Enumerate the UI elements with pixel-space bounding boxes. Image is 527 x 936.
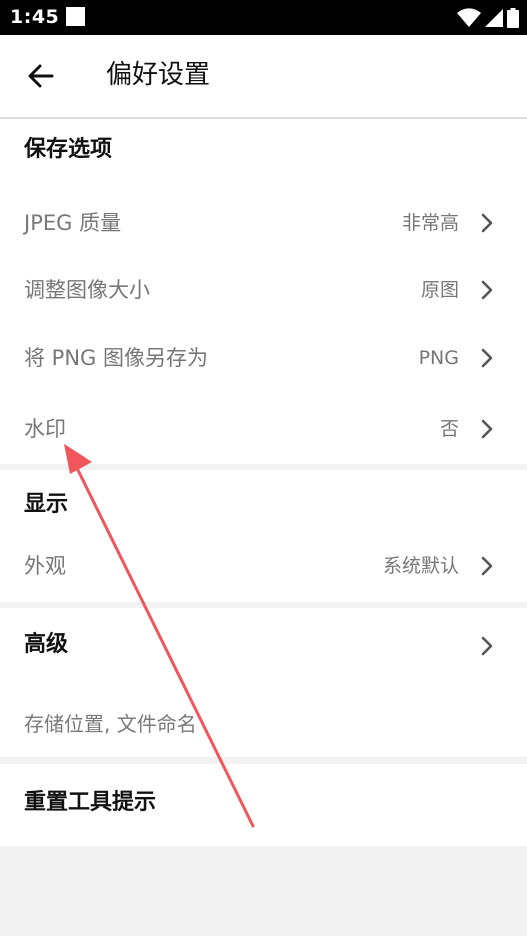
resize-image-row[interactable]: 调整图像大小 原图 (0, 260, 527, 320)
resize-image-value: 原图 (420, 279, 459, 301)
save-options-title: 保存选项 (24, 137, 113, 162)
reset-tooltips-section[interactable]: 重置工具提示 (0, 764, 527, 846)
status-icons (457, 8, 519, 28)
page-title: 偏好设置 (106, 60, 211, 90)
watermark-label: 水印 (24, 417, 66, 441)
resize-image-label: 调整图像大小 (24, 278, 150, 302)
save-options-section: 保存选项 JPEG 质量 非常高 调整图像大小 原图 将 PNG 图像另存为 P… (0, 119, 527, 464)
chevron-right-icon (481, 636, 493, 656)
notification-square-icon (66, 7, 85, 26)
back-button[interactable] (22, 57, 60, 95)
advanced-title: 高级 (24, 632, 69, 657)
save-png-as-value: PNG (418, 347, 459, 369)
save-png-as-label: 将 PNG 图像另存为 (24, 346, 208, 370)
advanced-subtitle: 存储位置, 文件命名 (24, 712, 197, 736)
jpeg-quality-label: JPEG 质量 (24, 211, 122, 235)
status-bar: 1:45 (0, 0, 527, 35)
save-png-as-row[interactable]: 将 PNG 图像另存为 PNG (0, 328, 527, 388)
appearance-row[interactable]: 外观 系统默认 (0, 536, 527, 596)
reset-tooltips-title: 重置工具提示 (24, 790, 157, 815)
chevron-right-icon (481, 419, 493, 439)
watermark-value: 否 (439, 418, 459, 440)
chevron-right-icon (481, 280, 493, 300)
advanced-section[interactable]: 高级 存储位置, 文件命名 (0, 608, 527, 757)
chevron-right-icon (481, 348, 493, 368)
watermark-row[interactable]: 水印 否 (0, 399, 527, 459)
appearance-value: 系统默认 (382, 555, 459, 577)
status-time: 1:45 (10, 6, 60, 28)
wifi-icon (457, 8, 481, 27)
battery-icon (507, 8, 519, 28)
jpeg-quality-row[interactable]: JPEG 质量 非常高 (0, 193, 527, 253)
appearance-label: 外观 (24, 554, 66, 578)
app-bar: 偏好设置 (0, 35, 527, 119)
chevron-right-icon (481, 556, 493, 576)
display-section: 显示 外观 系统默认 (0, 470, 527, 602)
jpeg-quality-value: 非常高 (401, 212, 459, 234)
display-title: 显示 (24, 492, 69, 517)
chevron-right-icon (481, 213, 493, 233)
cellular-signal-icon (485, 9, 503, 27)
back-arrow-icon (28, 64, 54, 88)
